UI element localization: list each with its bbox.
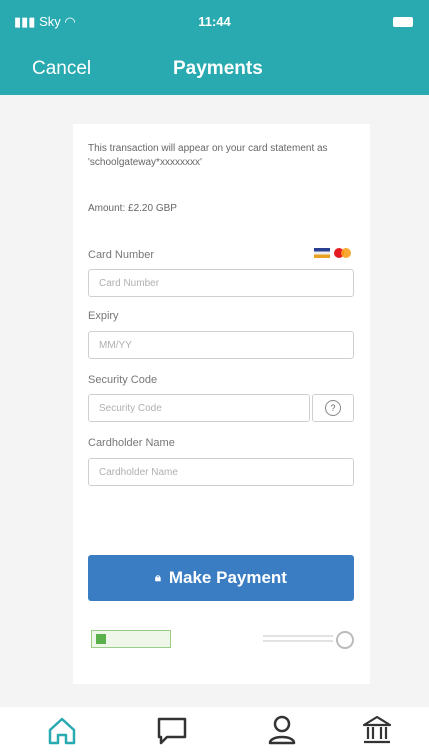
security-code-label: Security Code (88, 374, 158, 386)
lock-icon: 🔒︎ (155, 571, 161, 584)
card-brand-icon (314, 248, 330, 258)
help-icon: ? (325, 400, 341, 416)
security-code-input[interactable]: Security Code (88, 394, 310, 422)
secure-payment-logo (263, 632, 333, 645)
cardholder-label: Cardholder Name (88, 437, 175, 449)
tab-bar (0, 707, 429, 753)
user-icon[interactable] (265, 713, 299, 747)
amount-text: Amount: £2.20 GBP (88, 203, 177, 214)
battery-icon (393, 17, 413, 27)
bank-icon[interactable] (360, 713, 394, 747)
page-title: Payments (173, 58, 263, 79)
accepted-cards (314, 248, 352, 258)
expiry-label: Expiry (88, 310, 119, 322)
chat-icon[interactable] (155, 713, 189, 747)
security-code-help-button[interactable]: ? (312, 394, 354, 422)
mastercard-icon (334, 248, 352, 258)
statement-disclaimer: This transaction will appear on your car… (88, 143, 328, 168)
header: ▮▮▮ Sky ◠ 11:44 Cancel Payments (0, 0, 429, 95)
cancel-button[interactable]: Cancel (32, 58, 91, 80)
card-number-input[interactable]: Card Number (88, 269, 354, 297)
card-number-label: Card Number (88, 249, 155, 261)
expiry-input[interactable]: MM/YY (88, 331, 354, 359)
status-time: 11:44 (198, 14, 231, 29)
make-payment-button[interactable]: 🔒︎ Make Payment (88, 555, 354, 601)
secure-seal-icon (336, 631, 354, 649)
shield-icon (96, 634, 106, 644)
cardholder-input[interactable]: Cardholder Name (88, 458, 354, 486)
status-bar: ▮▮▮ Sky ◠ 11:44 (0, 0, 429, 40)
security-badge (91, 630, 171, 648)
home-icon[interactable] (45, 713, 79, 747)
payment-form: This transaction will appear on your car… (73, 124, 370, 684)
